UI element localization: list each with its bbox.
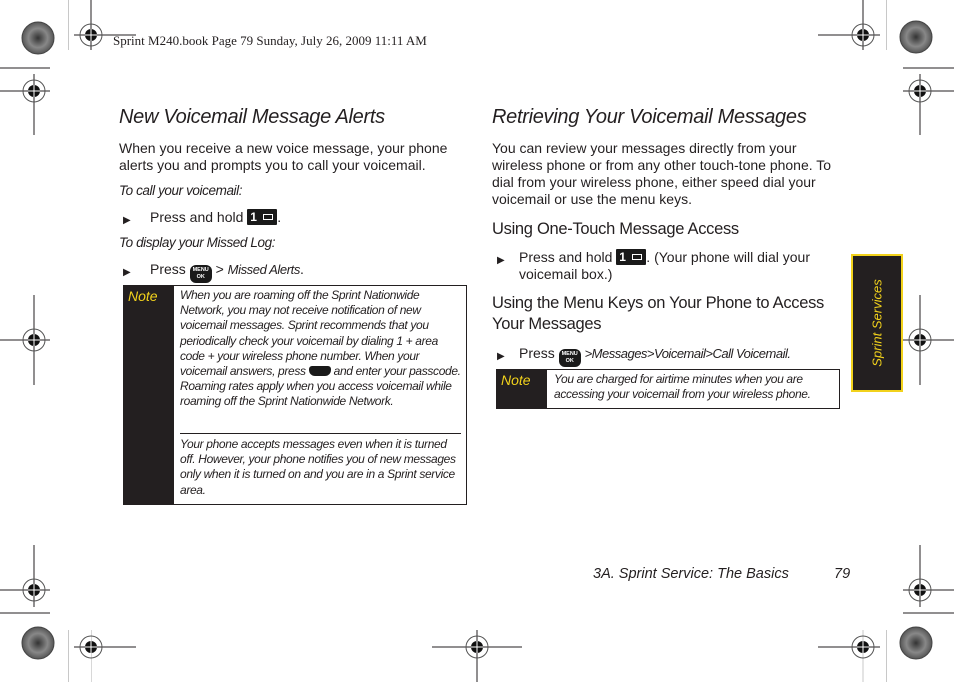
note-box-roaming: Note When you are roaming off the Sprint… (123, 285, 467, 505)
menu-ok-key-icon: MENU OK (558, 349, 581, 367)
bullet-arrow-icon: ▶ (497, 255, 505, 266)
section-title-retrieving-voicemail: Retrieving Your Voicemail Messages (492, 106, 807, 128)
note-text-power: Your phone accepts messages even when it… (180, 437, 456, 497)
note-box-airtime: Note You are charged for airtime minutes… (496, 369, 840, 409)
key-1-voicemail-icon: 1 (247, 209, 278, 225)
intro-paragraph: When you receive a new voice message, yo… (119, 140, 448, 173)
menu-ok-key-icon: MENU OK (189, 265, 212, 283)
call-voicemail-step: ▶ Press and hold 1. (123, 209, 463, 227)
menu-keys-step: ▶ Press MENU OK >Messages>Voicemail>Call … (497, 345, 842, 367)
call-voicemail-lead: To call your voicemail: (119, 183, 243, 198)
missed-log-step: ▶ Press MENU OK > Missed Alerts. (123, 261, 463, 283)
bullet-arrow-icon: ▶ (497, 351, 505, 362)
rosette-bottom-right (899, 626, 933, 660)
section-title-new-voicemail-alerts: New Voicemail Message Alerts (119, 106, 385, 128)
subsection-menu-keys: Using the Menu Keys on Your Phone to Acc… (492, 294, 824, 333)
retrieving-intro: You can review your messages directly fr… (492, 140, 832, 207)
note-text-airtime: You are charged for airtime minutes when… (554, 372, 811, 402)
rosette-top-right (899, 20, 933, 54)
star-shift-key-icon (308, 366, 331, 377)
page-number: 79 (834, 566, 851, 582)
note-label: Note (128, 288, 158, 304)
note-label: Note (501, 372, 531, 388)
bullet-arrow-icon: ▶ (123, 215, 131, 226)
side-tab-label: Sprint Services (869, 279, 885, 367)
footer-section-title: 3A. Sprint Service: The Basics (593, 566, 789, 582)
side-tab-sprint-services: Sprint Services (851, 254, 903, 392)
note-divider (180, 433, 461, 434)
note-text-roaming: When you are roaming off the Sprint Nati… (180, 288, 461, 409)
print-header: Sprint M240.book Page 79 Sunday, July 26… (113, 33, 427, 48)
one-touch-step: ▶ Press and hold 1. (Your phone will dia… (497, 249, 810, 282)
missed-log-lead: To display your Missed Log: (119, 235, 276, 250)
key-1-voicemail-icon: 1 (616, 249, 647, 265)
bullet-arrow-icon: ▶ (123, 267, 131, 278)
rosette-bottom-left (21, 626, 55, 660)
subsection-one-touch: Using One-Touch Message Access (492, 220, 739, 238)
rosette-top-left (21, 21, 55, 55)
